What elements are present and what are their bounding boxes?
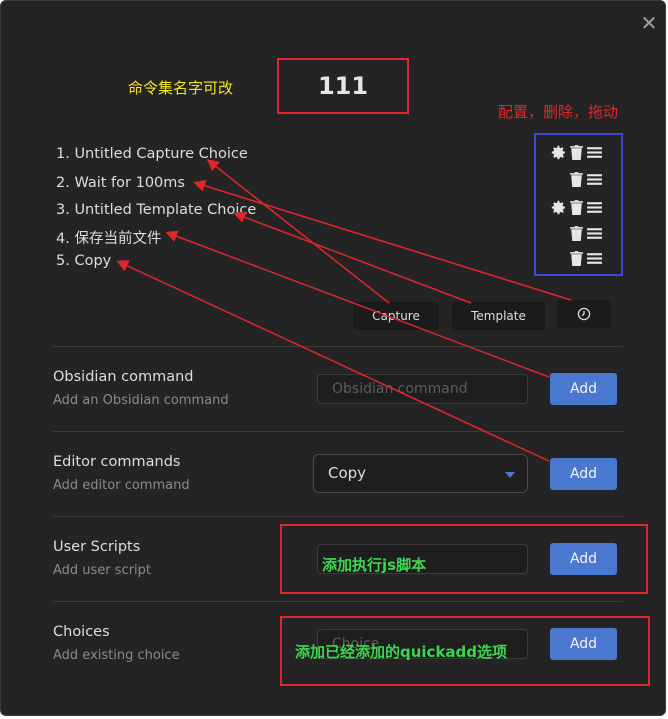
macro-name-title[interactable]: 111 [277, 58, 409, 114]
drag-handle-icon[interactable] [586, 199, 603, 216]
editor-commands-setting-name: Editor commands [53, 454, 181, 470]
command-item-4: 4. 保存当前文件 [56, 231, 162, 247]
command-controls-row-3 [550, 199, 603, 216]
choices-setting-name: Choices [53, 624, 110, 640]
close-icon[interactable]: ✕ [637, 11, 661, 35]
annotation-controls: 配置，删除，拖动 [498, 103, 619, 121]
user-scripts-setting-name: User Scripts [53, 539, 141, 555]
wait-chip-button[interactable] [557, 300, 611, 328]
obsidian-command-input[interactable]: Obsidian command [317, 374, 528, 404]
trash-icon[interactable] [568, 171, 585, 188]
divider [53, 516, 623, 517]
drag-handle-icon[interactable] [586, 225, 603, 242]
command-controls-group [534, 133, 623, 276]
capture-chip-button[interactable]: Capture [353, 302, 439, 330]
editor-command-selected: Copy [328, 464, 367, 482]
drag-handle-icon[interactable] [586, 144, 603, 161]
trash-icon[interactable] [568, 250, 585, 267]
trash-icon[interactable] [568, 199, 585, 216]
command-item-2: 2. Wait for 100ms [56, 175, 185, 191]
macro-name-text: 111 [317, 72, 369, 100]
drag-handle-icon[interactable] [586, 171, 603, 188]
arrow-capture [206, 159, 390, 304]
caret-down-icon [505, 472, 515, 478]
command-controls-row-2 [568, 171, 603, 188]
command-controls-row-1 [550, 144, 603, 161]
obsidian-command-setting-desc: Add an Obsidian command [53, 393, 229, 408]
command-item-5: 5. Copy [56, 253, 112, 269]
macro-builder-modal: ✕ 命令集名字可改 111 配置，删除，拖动 1. Untitled Captu… [0, 0, 666, 716]
gear-icon[interactable] [550, 199, 567, 216]
command-controls-row-5 [568, 250, 603, 267]
gear-icon[interactable] [550, 144, 567, 161]
trash-icon[interactable] [568, 225, 585, 242]
add-editor-command-button[interactable]: Add [550, 458, 617, 490]
add-obsidian-command-button[interactable]: Add [550, 373, 617, 405]
drag-handle-icon[interactable] [586, 250, 603, 267]
command-item-1: 1. Untitled Capture Choice [56, 146, 248, 162]
clock-icon [577, 307, 591, 321]
trash-icon[interactable] [568, 144, 585, 161]
divider [53, 601, 623, 602]
arrow-template [233, 211, 472, 304]
user-scripts-setting-desc: Add user script [53, 563, 152, 578]
annotation-user-script: 添加执行js脚本 [322, 556, 427, 574]
divider [53, 431, 623, 432]
editor-command-select[interactable]: Copy [313, 454, 528, 493]
obsidian-command-setting-name: Obsidian command [53, 369, 194, 385]
template-chip-button[interactable]: Template [452, 302, 545, 330]
arrow-wait [193, 179, 572, 301]
editor-commands-setting-desc: Add editor command [53, 478, 190, 493]
choices-setting-desc: Add existing choice [53, 648, 180, 663]
command-controls-row-4 [568, 225, 603, 242]
divider [53, 346, 623, 347]
annotation-choices: 添加已经添加的quickadd选项 [295, 643, 508, 661]
command-item-3: 3. Untitled Template Choice [56, 202, 257, 218]
annotation-rename: 命令集名字可改 [128, 79, 234, 97]
